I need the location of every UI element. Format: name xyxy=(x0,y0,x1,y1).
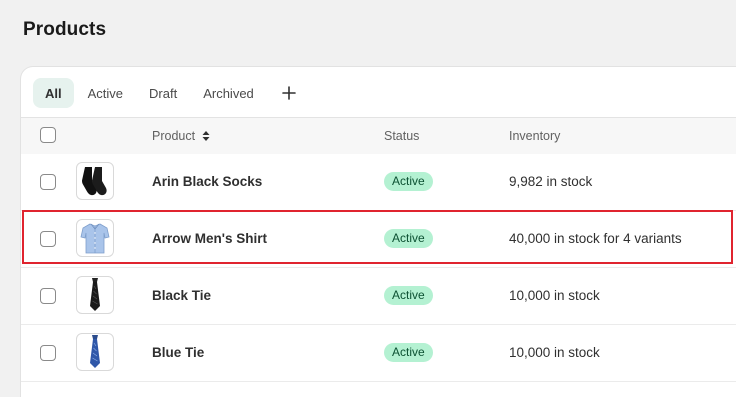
product-name[interactable]: Black Tie xyxy=(152,288,211,303)
product-thumbnail xyxy=(76,333,114,371)
blue-shirt-image xyxy=(80,223,110,254)
page-title: Products xyxy=(23,19,107,40)
row-checkbox[interactable] xyxy=(40,288,56,304)
status-badge: Active xyxy=(384,172,433,191)
tab-archived[interactable]: Archived xyxy=(191,78,266,108)
products-card: All Active Draft Archived Product Status… xyxy=(21,67,736,397)
status-badge: Active xyxy=(384,343,433,362)
black-tie-image xyxy=(90,278,100,311)
row-checkbox[interactable] xyxy=(40,231,56,247)
table-row[interactable]: Arin Black Socks Active 9,982 in stock xyxy=(21,154,736,211)
plus-icon xyxy=(281,86,296,100)
product-thumbnail xyxy=(76,219,114,257)
inventory-value: 9,982 in stock xyxy=(509,174,593,189)
product-column-label: Product xyxy=(152,129,196,143)
product-column-header[interactable]: Product xyxy=(152,129,211,143)
status-badge: Active xyxy=(384,229,433,248)
table-row[interactable]: Blue Tie Active 10,000 in stock xyxy=(21,325,736,382)
view-tabs: All Active Draft Archived xyxy=(33,77,304,109)
table-row[interactable]: Arrow Men's Shirt Active 40,000 in stock… xyxy=(21,211,736,268)
add-view-button[interactable] xyxy=(274,78,304,108)
tab-draft[interactable]: Draft xyxy=(137,78,189,108)
inventory-column-header: Inventory xyxy=(509,129,561,143)
inventory-value: 40,000 in stock for 4 variants xyxy=(509,231,682,246)
product-name[interactable]: Arin Black Socks xyxy=(152,174,262,189)
table-header: Product Status Inventory xyxy=(21,117,736,155)
product-name[interactable]: Arrow Men's Shirt xyxy=(152,231,267,246)
product-thumbnail xyxy=(76,162,114,200)
black-socks-image xyxy=(82,167,107,196)
inventory-value: 10,000 in stock xyxy=(509,345,600,360)
tab-active[interactable]: Active xyxy=(76,78,135,108)
product-thumbnail xyxy=(76,276,114,314)
sort-arrows-icon xyxy=(202,131,210,141)
tab-all[interactable]: All xyxy=(33,78,74,108)
blue-tie-image xyxy=(90,335,100,368)
table-row[interactable]: Black Tie Active 10,000 in stock xyxy=(21,268,736,325)
status-column-header: Status xyxy=(384,129,420,143)
status-badge: Active xyxy=(384,286,433,305)
row-checkbox[interactable] xyxy=(40,174,56,190)
inventory-value: 10,000 in stock xyxy=(509,288,600,303)
select-all-checkbox[interactable] xyxy=(40,127,56,143)
row-checkbox[interactable] xyxy=(40,345,56,361)
product-name[interactable]: Blue Tie xyxy=(152,345,204,360)
